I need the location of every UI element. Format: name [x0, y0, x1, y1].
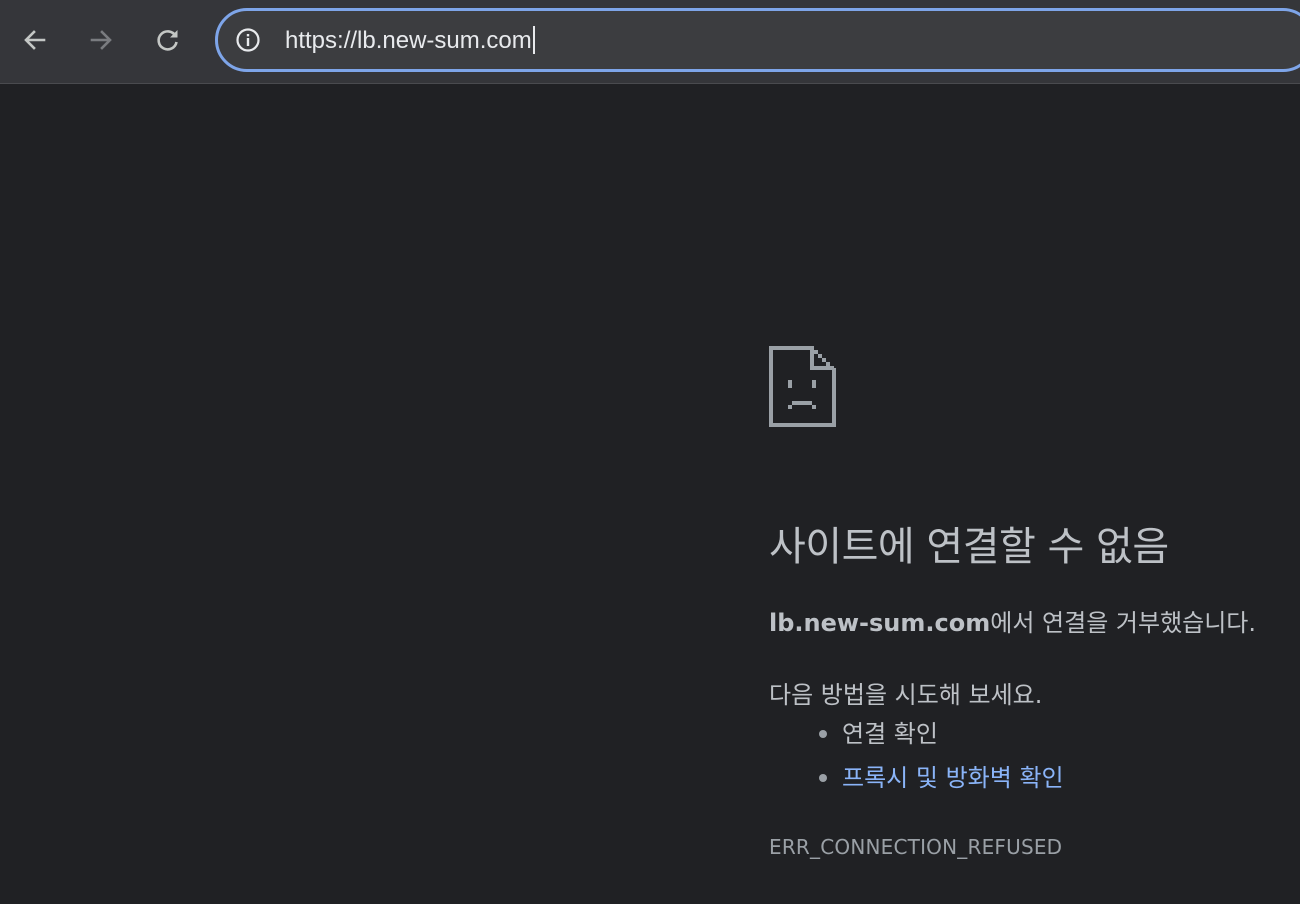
bullet-icon	[819, 774, 827, 782]
arrow-right-icon	[90, 30, 112, 50]
page-content: 사이트에 연결할 수 없음 lb.new-sum.com에서 연결을 거부했습니…	[0, 84, 1300, 904]
list-item: 프록시 및 방화벽 확인	[769, 756, 1064, 800]
browser-window: https://lb.new-sum.com 사이트에 연결할 수 없음 lb.…	[0, 0, 1300, 904]
suggestions-heading: 다음 방법을 시도해 보세요.	[769, 681, 1043, 709]
text-caret	[532, 26, 535, 55]
suggestion-check-connection: 연결 확인	[842, 720, 938, 748]
address-bar[interactable]: https://lb.new-sum.com	[215, 8, 1300, 72]
error-host: lb.new-sum.com	[769, 609, 991, 637]
sad-document-icon	[769, 346, 836, 427]
url-input[interactable]: https://lb.new-sum.com	[285, 26, 535, 56]
error-code: ERR_CONNECTION_REFUSED	[769, 835, 1063, 859]
back-button[interactable]	[15, 20, 55, 60]
arrow-left-icon	[24, 30, 46, 50]
forward-button[interactable]	[81, 20, 121, 60]
error-title: 사이트에 연결할 수 없음	[769, 524, 1169, 570]
error-description: lb.new-sum.com에서 연결을 거부했습니다.	[769, 603, 1256, 638]
suggestion-check-proxy-firewall-link[interactable]: 프록시 및 방화벽 확인	[842, 764, 1064, 792]
error-description-suffix: 에서 연결을 거부했습니다.	[990, 609, 1257, 637]
info-circle-icon[interactable]	[235, 27, 261, 53]
list-item: 연결 확인	[769, 712, 1064, 756]
reload-button[interactable]	[148, 20, 188, 60]
url-text: https://lb.new-sum.com	[285, 27, 532, 54]
browser-toolbar: https://lb.new-sum.com	[0, 0, 1300, 84]
bullet-icon	[819, 730, 827, 738]
suggestions-list: 연결 확인 프록시 및 방화벽 확인	[769, 712, 1064, 800]
reload-icon	[157, 30, 178, 51]
